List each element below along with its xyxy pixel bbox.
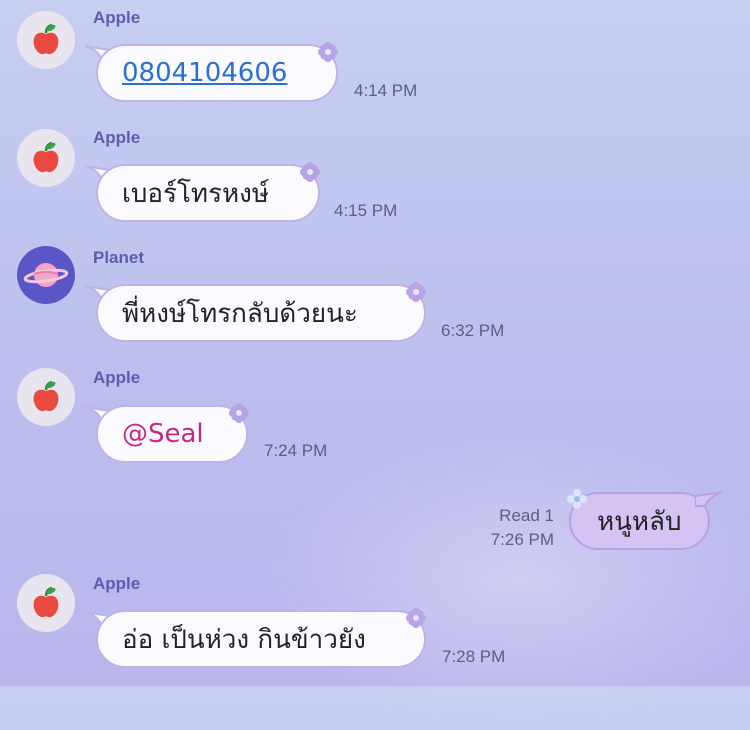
message-bubble[interactable]: 0804104606 [96, 44, 338, 102]
outgoing-bubble[interactable]: หนูหลับ [569, 492, 710, 550]
message-bubble[interactable]: อ่อ เป็นห่วง กินข้าวยัง [96, 610, 426, 668]
avatar[interactable] [17, 11, 75, 69]
sender-name: Apple [93, 8, 141, 27]
avatar[interactable] [17, 368, 75, 426]
sender-name: Planet [93, 248, 145, 267]
message-text: พี่หงษ์โทรกลับด้วยนะ [122, 298, 358, 329]
apple-icon [33, 586, 59, 618]
flower-icon [406, 608, 426, 628]
bubble-tail [695, 491, 723, 507]
planet-icon [23, 263, 69, 287]
flower-icon [318, 42, 338, 62]
message-text: อ่อ เป็นห่วง กินข้าวยัง [122, 624, 366, 655]
flower-icon [406, 282, 426, 302]
flower-icon [229, 403, 249, 423]
flower-icon [567, 489, 587, 509]
message-bubble[interactable]: เบอร์โทรหงษ์ [96, 164, 320, 222]
message-time: 4:14 PM [354, 81, 418, 100]
sender-name: Apple [93, 128, 141, 147]
message-time: 7:26 PM [490, 530, 554, 549]
phone-link[interactable]: 0804104606 [122, 58, 287, 88]
mention-link[interactable]: @Seal [122, 419, 204, 449]
message-time: 7:24 PM [264, 441, 328, 460]
message-bubble[interactable]: @Seal [96, 405, 248, 463]
message-time: 4:15 PM [334, 201, 398, 220]
apple-icon [33, 23, 59, 55]
flower-icon [300, 162, 320, 182]
avatar[interactable] [17, 246, 75, 304]
apple-icon [33, 141, 59, 173]
background-cloud [260, 430, 750, 730]
message-time: 7:28 PM [442, 647, 506, 666]
avatar[interactable] [17, 129, 75, 187]
sender-name: Apple [93, 574, 141, 593]
message-bubble[interactable]: พี่หงษ์โทรกลับด้วยนะ [96, 284, 426, 342]
message-text: เบอร์โทรหงษ์ [122, 178, 270, 209]
sender-name: Apple [93, 368, 141, 387]
read-receipt: Read 1 [499, 506, 554, 525]
message-time: 6:32 PM [441, 321, 505, 340]
avatar[interactable] [17, 574, 75, 632]
apple-icon [33, 380, 59, 412]
message-text: หนูหลับ [597, 506, 682, 537]
